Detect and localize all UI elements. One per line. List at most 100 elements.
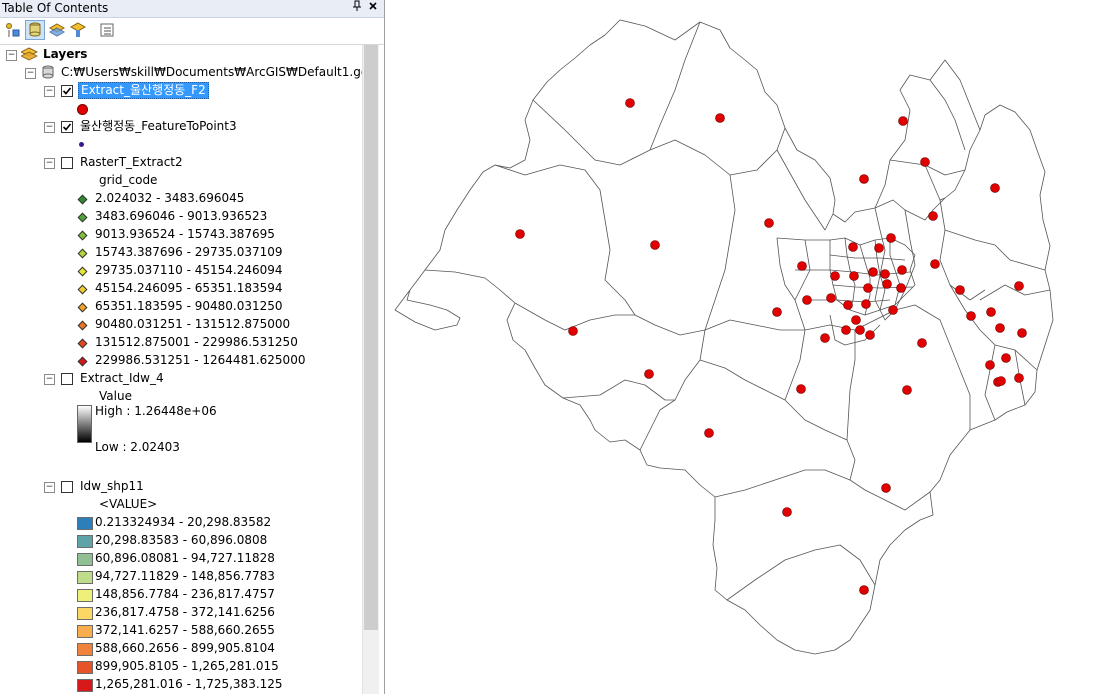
centroid-point[interactable] xyxy=(920,157,930,167)
centroid-point[interactable] xyxy=(849,271,859,281)
centroid-point[interactable] xyxy=(985,360,995,370)
centroid-point[interactable] xyxy=(859,585,869,595)
centroid-point[interactable] xyxy=(886,233,896,243)
class-swatch xyxy=(77,571,93,584)
options-icon[interactable] xyxy=(98,21,116,39)
list-by-source-icon[interactable] xyxy=(25,20,45,40)
class-label: 45154.246095 - 65351.183594 xyxy=(95,281,283,295)
centroid-point[interactable] xyxy=(820,333,830,343)
centroid-point[interactable] xyxy=(796,384,806,394)
centroid-point[interactable] xyxy=(897,265,907,275)
scrollbar-thumb[interactable] xyxy=(364,45,378,630)
collapse-icon[interactable]: − xyxy=(44,158,55,169)
toc-vertical-scrollbar[interactable] xyxy=(362,45,379,694)
district-boundaries xyxy=(394,19,1054,655)
centroid-point[interactable] xyxy=(848,242,858,252)
centroid-point[interactable] xyxy=(898,116,908,126)
centroid-point[interactable] xyxy=(882,279,892,289)
map-view[interactable] xyxy=(385,0,1093,694)
pin-icon[interactable] xyxy=(350,0,364,16)
centroid-point[interactable] xyxy=(841,325,851,335)
centroid-point[interactable] xyxy=(861,299,871,309)
centroid-point[interactable] xyxy=(1014,281,1024,291)
tree-root-layers[interactable]: − Layers xyxy=(0,46,360,63)
centroid-point[interactable] xyxy=(955,285,965,295)
layer-name[interactable]: Extract_Idw_4 xyxy=(80,370,164,387)
centroid-point[interactable] xyxy=(704,428,714,438)
centroid-point[interactable] xyxy=(865,330,875,340)
centroid-point[interactable] xyxy=(715,113,725,123)
centroid-point[interactable] xyxy=(868,267,878,277)
layer-visibility-checkbox[interactable] xyxy=(61,157,73,169)
list-by-selection-icon[interactable] xyxy=(69,21,87,39)
centroid-point[interactable] xyxy=(917,338,927,348)
centroid-point[interactable] xyxy=(764,218,774,228)
centroid-point[interactable] xyxy=(863,283,873,293)
layer-name[interactable]: Extract_울산행정동_F2 xyxy=(78,82,209,99)
class-label: 236,817.4758 - 372,141.6256 xyxy=(95,605,275,619)
centroid-point[interactable] xyxy=(830,271,840,281)
layer-visibility-checkbox[interactable] xyxy=(61,481,73,493)
centroid-point[interactable] xyxy=(1017,328,1027,338)
centroid-point[interactable] xyxy=(855,325,865,335)
small-point-symbol xyxy=(79,142,84,147)
centroid-point[interactable] xyxy=(650,240,660,250)
layer-name[interactable]: Idw_shp11 xyxy=(80,478,144,495)
class-swatch xyxy=(77,679,93,692)
centroid-point[interactable] xyxy=(644,369,654,379)
layer-visibility-checkbox[interactable] xyxy=(61,373,73,385)
centroid-point[interactable] xyxy=(881,483,891,493)
centroid-point[interactable] xyxy=(859,174,869,184)
class-swatch xyxy=(77,517,93,530)
collapse-icon[interactable]: − xyxy=(6,50,17,61)
collapse-icon[interactable]: − xyxy=(44,122,55,133)
close-icon[interactable] xyxy=(366,0,380,16)
centroid-point[interactable] xyxy=(568,326,578,336)
class-swatch xyxy=(77,625,93,638)
centroid-point[interactable] xyxy=(902,385,912,395)
centroid-point[interactable] xyxy=(930,259,940,269)
layer-name[interactable]: RasterT_Extract2 xyxy=(80,154,183,171)
collapse-icon[interactable]: − xyxy=(44,482,55,493)
centroid-point[interactable] xyxy=(888,305,898,315)
layer-row-feature-to-point[interactable]: − 울산행정동_FeatureToPoint3 xyxy=(0,118,360,135)
class-symbol-diamond xyxy=(77,212,88,223)
centroid-point[interactable] xyxy=(874,243,884,253)
centroid-point[interactable] xyxy=(1014,373,1024,383)
centroid-point[interactable] xyxy=(826,293,836,303)
centroid-point[interactable] xyxy=(986,307,996,317)
centroid-point[interactable] xyxy=(851,315,861,325)
centroid-point[interactable] xyxy=(996,376,1006,386)
map-canvas[interactable] xyxy=(385,0,1093,694)
centroid-point[interactable] xyxy=(772,307,782,317)
centroid-point[interactable] xyxy=(515,229,525,239)
layer-name[interactable]: 울산행정동_FeatureToPoint3 xyxy=(80,118,237,135)
layer-row-extract-idw[interactable]: − Extract_Idw_4 xyxy=(0,370,360,387)
centroid-point[interactable] xyxy=(995,323,1005,333)
centroid-point[interactable] xyxy=(966,311,976,321)
centroid-point[interactable] xyxy=(782,507,792,517)
class-label: 229986.531251 - 1264481.625000 xyxy=(95,353,306,367)
centroid-point[interactable] xyxy=(896,283,906,293)
class-label: 131512.875001 - 229986.531250 xyxy=(95,335,298,349)
layer-row-idw-shp11[interactable]: − Idw_shp11 xyxy=(0,478,360,495)
layer-row-extract-f2[interactable]: − Extract_울산행정동_F2 xyxy=(0,82,360,99)
layer-row-rastert[interactable]: − RasterT_Extract2 xyxy=(0,154,360,171)
centroid-point[interactable] xyxy=(1001,353,1011,363)
list-by-visibility-icon[interactable] xyxy=(48,21,66,39)
centroid-point[interactable] xyxy=(990,183,1000,193)
layer-visibility-checkbox[interactable] xyxy=(61,85,73,97)
collapse-icon[interactable]: − xyxy=(44,86,55,97)
collapse-icon[interactable]: − xyxy=(25,68,36,79)
centroid-point[interactable] xyxy=(802,295,812,305)
collapse-icon[interactable]: − xyxy=(44,374,55,385)
centroid-point[interactable] xyxy=(880,269,890,279)
class-symbol-diamond xyxy=(77,338,88,349)
layer-visibility-checkbox[interactable] xyxy=(61,121,73,133)
centroid-point[interactable] xyxy=(928,211,938,221)
centroid-point[interactable] xyxy=(625,98,635,108)
list-by-drawing-order-icon[interactable] xyxy=(4,21,22,39)
tree-gdb-source[interactable]: − C:₩Users₩skill₩Documents₩ArcGIS₩Defaul… xyxy=(0,64,376,81)
centroid-point[interactable] xyxy=(797,261,807,271)
centroid-point[interactable] xyxy=(843,300,853,310)
